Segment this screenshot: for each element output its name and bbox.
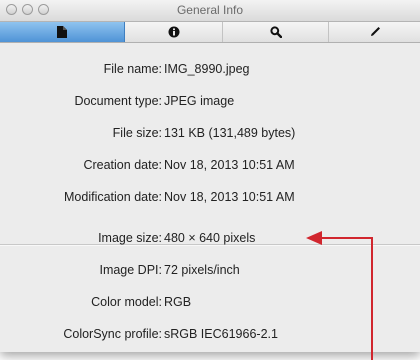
callout-arrow-line xyxy=(320,237,373,360)
callout-arrow-head xyxy=(306,231,322,245)
callout-arrow xyxy=(306,231,373,360)
